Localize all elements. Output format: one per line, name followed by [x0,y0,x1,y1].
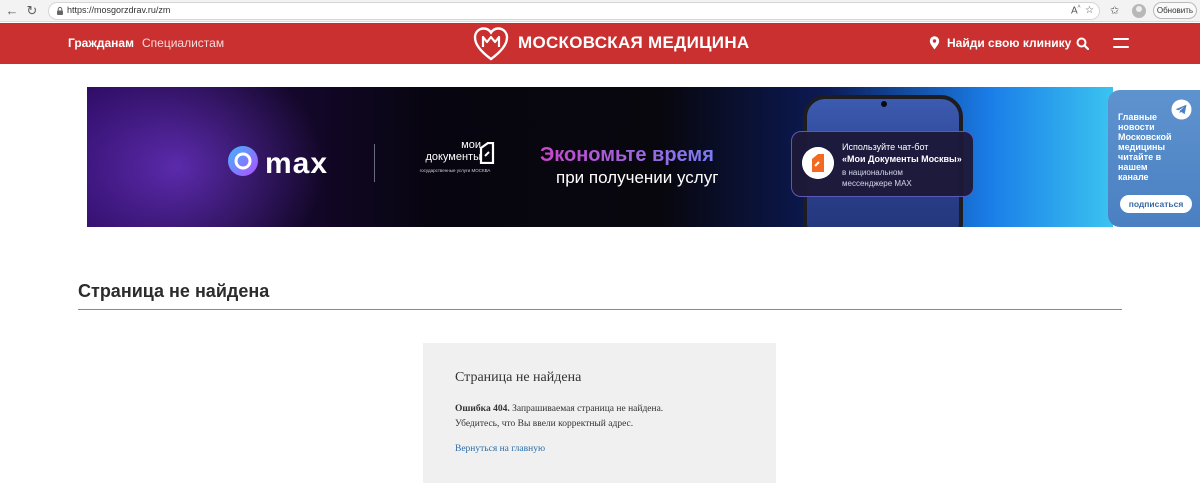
docs-logo-icon [479,142,495,164]
nav-citizens[interactable]: Гражданам [68,36,134,50]
url-text: https://mosgorzdrav.ru/zm [67,5,171,15]
banner-headline: Экономьте время [540,144,714,166]
site-header: Гражданам Специалистам МОСКОВСКАЯ МЕДИЦИ… [0,23,1200,64]
location-pin-icon [929,36,940,50]
error-message: Ошибка 404. Запрашиваемая страница не на… [455,404,663,414]
browser-toolbar: ← ↻ https://mosgorzdrav.ru/zm Aᴬ ☆ ✩ Обн… [0,0,1200,22]
max-logo-icon [228,146,258,176]
back-icon[interactable]: ← [4,3,20,19]
refresh-button[interactable]: Обновить [1153,2,1197,19]
subscribe-button[interactable]: подписаться [1120,195,1192,213]
favorites-icon[interactable]: ✩ [1110,4,1119,17]
error-text: Запрашиваемая страница не найдена. [512,404,664,414]
reload-icon[interactable]: ↻ [24,3,40,19]
chatbot-bubble: Используйте чат-бот «Мои Документы Москв… [791,131,974,197]
promo-banner[interactable]: max мои документы государственные услуги… [87,87,1113,227]
page-title: Страница не найдена [78,281,270,301]
bubble-text-2: «Мои Документы Москвы» [842,154,962,164]
max-brand-text: max [265,147,329,180]
logo-text[interactable]: МОСКОВСКАЯ МЕДИЦИНА [518,33,749,53]
telegram-promo-text: Главные новости Московской медицины чита… [1118,112,1172,182]
logo-heart-icon[interactable] [472,25,510,63]
error-card: Страница не найдена Ошибка 404. Запрашив… [423,343,776,483]
lock-icon [57,6,63,15]
profile-avatar[interactable] [1132,4,1146,18]
error-code: Ошибка 404. [455,404,510,414]
docs-brand-subtitle: государственные услуги МОСКВА [419,168,491,173]
find-clinic-link[interactable]: Найди свою клинику [947,36,1071,50]
bubble-text-1: Используйте чат-бот [842,142,929,152]
back-home-link[interactable]: Вернуться на главную [455,444,545,454]
address-bar[interactable]: https://mosgorzdrav.ru/zm Aᴬ ☆ [48,2,1100,20]
phone-camera [881,101,887,107]
hamburger-menu-icon[interactable] [1113,38,1129,50]
search-icon[interactable] [1076,37,1089,50]
telegram-widget[interactable]: Главные новости Московской медицины чита… [1108,90,1200,227]
moi-dokumenty-app-icon [802,147,834,179]
reader-mode-icon[interactable]: Aᴬ [1071,5,1080,16]
error-hint: Убедитесь, что Вы ввели корректный адрес… [455,419,634,429]
bubble-text-4: мессенджере MAX [842,179,912,188]
title-divider [78,309,1122,310]
error-heading: Страница не найдена [455,370,582,385]
banner-subheadline: при получении услуг [556,168,719,187]
bubble-text-3: в национальном [842,168,903,177]
docs-brand-title: мои документы [425,139,481,163]
favorite-star-icon[interactable]: ☆ [1085,5,1094,16]
nav-specialists[interactable]: Специалистам [142,36,224,50]
banner-divider [374,144,375,182]
